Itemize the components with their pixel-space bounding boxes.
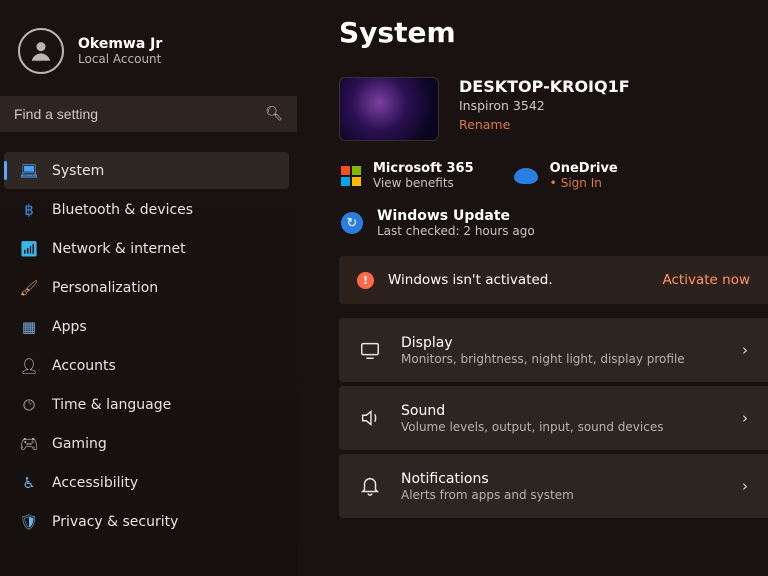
sidebar-item-label: Accessibility [52,475,138,491]
accessibility-icon: ♿︎ [20,474,38,492]
sidebar-item-label: Apps [52,319,87,335]
update-icon: ↻ [341,212,363,234]
sidebar-item-time[interactable]: 🕑︎ Time & language [4,386,289,423]
card-onedrive[interactable]: OneDrive •Sign In [514,161,618,190]
card-m365[interactable]: Microsoft 365 View benefits [341,161,474,190]
setting-title: Notifications [401,471,722,487]
onedrive-icon [514,168,538,184]
privacy-icon: 🛡︎ [20,513,38,531]
device-thumbnail[interactable] [339,77,439,141]
sidebar-item-label: Personalization [52,280,158,296]
user-text: Okemwa Jr Local Account [78,36,162,66]
sidebar-item-label: Privacy & security [52,514,178,530]
sidebar-item-label: Bluetooth & devices [52,202,193,218]
device-model: Inspiron 3542 [459,98,630,113]
main-content: System DESKTOP-KROIQ1F Inspiron 3542 Ren… [297,0,768,576]
setting-sound[interactable]: SoundVolume levels, output, input, sound… [339,386,768,450]
sidebar-item-personalization[interactable]: 🖌︎ Personalization [4,269,289,306]
apps-icon: ▦ [20,318,38,336]
sidebar-item-label: System [52,163,104,179]
setting-notifications[interactable]: NotificationsAlerts from apps and system… [339,454,768,518]
card-sub: View benefits [373,176,474,190]
user-block[interactable]: Okemwa Jr Local Account [0,18,297,96]
notifications-icon [359,475,381,497]
setting-sub: Volume levels, output, input, sound devi… [401,420,722,434]
rename-link[interactable]: Rename [459,117,630,132]
time-icon: 🕑︎ [20,396,38,414]
sidebar-item-label: Network & internet [52,241,186,257]
bluetooth-icon: ฿ [20,201,38,219]
sidebar-item-bluetooth[interactable]: ฿ Bluetooth & devices [4,191,289,228]
device-name: DESKTOP-KROIQ1F [459,77,630,96]
network-icon: 📶︎ [20,240,38,258]
sidebar-item-label: Gaming [52,436,107,452]
sidebar-item-label: Time & language [52,397,171,413]
system-icon: 💻︎ [20,162,38,180]
chevron-right-icon: › [742,477,748,495]
update-title: Windows Update [377,208,535,224]
device-block: DESKTOP-KROIQ1F Inspiron 3542 Rename [339,77,768,141]
chevron-right-icon: › [742,341,748,359]
avatar [18,28,64,74]
sound-icon [359,407,381,429]
user-name: Okemwa Jr [78,36,162,52]
search-input[interactable] [14,106,265,122]
m365-icon [341,166,361,186]
card-title: OneDrive [550,161,618,176]
card-title: Microsoft 365 [373,161,474,176]
setting-title: Sound [401,403,722,419]
nav: 💻︎ System ฿ Bluetooth & devices 📶︎ Network … [0,152,297,540]
sidebar-item-network[interactable]: 📶︎ Network & internet [4,230,289,267]
display-icon [359,339,381,361]
setting-title: Display [401,335,722,351]
personalization-icon: 🖌︎ [20,279,38,297]
sidebar-item-apps[interactable]: ▦ Apps [4,308,289,345]
sidebar-item-accounts[interactable]: 👤︎ Accounts [4,347,289,384]
warning-icon: ! [357,272,374,289]
sidebar-item-system[interactable]: 💻︎ System [4,152,289,189]
setting-sub: Alerts from apps and system [401,488,722,502]
sidebar: Okemwa Jr Local Account 🔍︎ 💻︎ System ฿ Blu… [0,0,297,576]
quick-cards: Microsoft 365 View benefits OneDrive •Si… [339,161,768,190]
activate-link[interactable]: Activate now [663,272,750,288]
activation-text: Windows isn't activated. [388,272,649,288]
user-sub: Local Account [78,52,162,66]
sidebar-item-gaming[interactable]: 🎮︎ Gaming [4,425,289,462]
chevron-right-icon: › [742,409,748,427]
setting-sub: Monitors, brightness, night light, displ… [401,352,722,366]
update-sub: Last checked: 2 hours ago [377,224,535,238]
search-box[interactable]: 🔍︎ [0,96,297,132]
activation-banner[interactable]: ! Windows isn't activated. Activate now [339,256,768,304]
gaming-icon: 🎮︎ [20,435,38,453]
setting-display[interactable]: DisplayMonitors, brightness, night light… [339,318,768,382]
card-link[interactable]: •Sign In [550,176,618,190]
accounts-icon: 👤︎ [20,357,38,375]
page-title: System [339,16,768,49]
search-icon: 🔍︎ [265,106,283,122]
device-text: DESKTOP-KROIQ1F Inspiron 3542 Rename [459,77,630,141]
sidebar-item-privacy[interactable]: 🛡︎ Privacy & security [4,503,289,540]
sidebar-item-label: Accounts [52,358,116,374]
sidebar-item-accessibility[interactable]: ♿︎ Accessibility [4,464,289,501]
update-row[interactable]: ↻ Windows Update Last checked: 2 hours a… [339,208,768,238]
